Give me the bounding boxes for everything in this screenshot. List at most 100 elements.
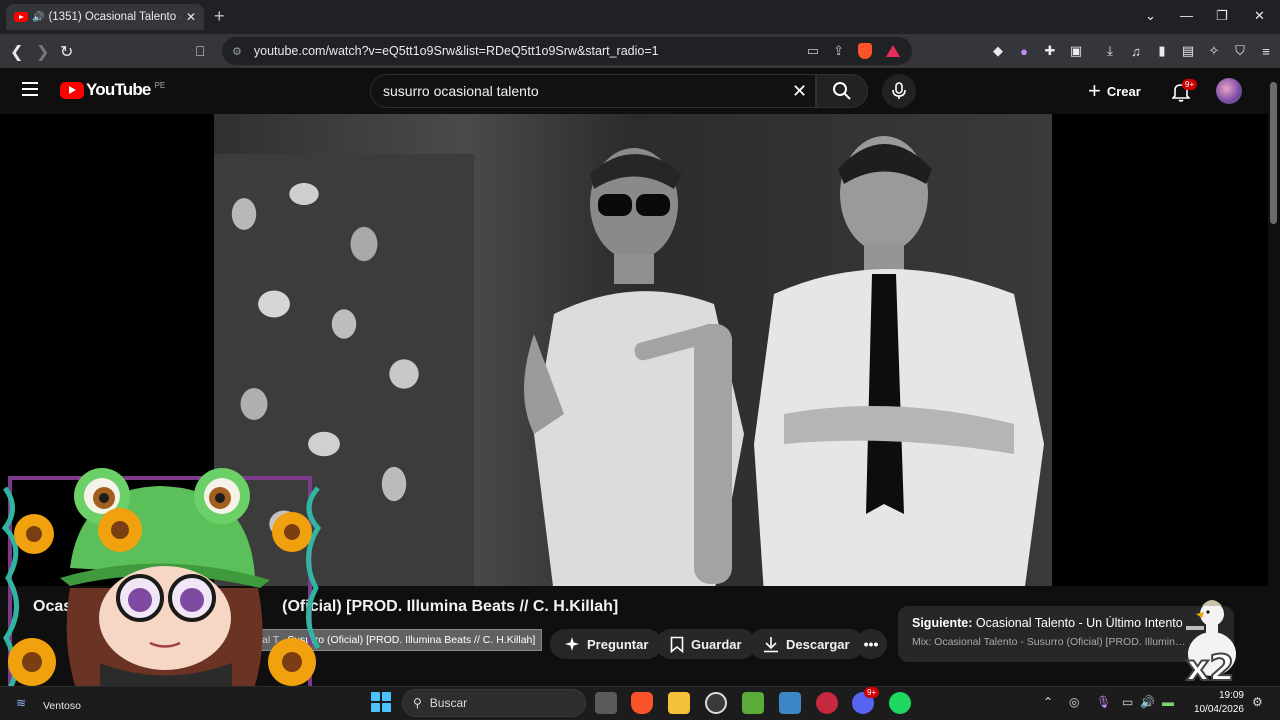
video-frame-person-right — [754, 136, 1044, 586]
youtube-header: YouTube PE ✕ + Crear 9+ — [0, 68, 1268, 114]
tray-overflow-icon[interactable]: ⌃ — [1043, 695, 1053, 709]
tab-search-chevron-icon[interactable]: ⌄ — [1145, 8, 1156, 24]
app-store-icon[interactable] — [779, 692, 801, 714]
taskbar-clock[interactable]: 19:09 10/04/2026 — [1192, 689, 1244, 717]
vpn-icon[interactable]: ⛉ — [1232, 43, 1248, 59]
forward-button[interactable]: ❯ — [36, 42, 49, 62]
leo-ai-icon[interactable]: ✧ — [1206, 43, 1222, 59]
brave-rewards-icon[interactable] — [886, 45, 900, 57]
download-arrow-icon — [764, 636, 778, 652]
tray-mic-icon[interactable]: 🎙 — [1096, 695, 1111, 709]
up-next-subtitle: Mix: Ocasional Talento - Susurro (Oficia… — [912, 636, 1188, 648]
search-icon — [833, 82, 851, 100]
up-next-video-title: Ocasional Talento - Un Último Intento — [975, 616, 1183, 630]
youtube-logo[interactable]: YouTube PE — [60, 80, 165, 100]
clock-time: 19:09 — [1218, 690, 1244, 701]
new-tab-button[interactable]: + — [214, 6, 225, 27]
cast-icon[interactable]: ▭ — [807, 43, 819, 59]
notification-center-icon[interactable]: ⚙ — [1252, 695, 1263, 709]
save-button[interactable]: Guardar — [656, 629, 756, 659]
sparkle-icon — [565, 637, 579, 651]
brave-shields-icon[interactable] — [858, 43, 872, 59]
browser-toolbar: ❮ ❯ ↻ ⎕ ⚙ youtube.com/watch?v=eQ5tt1o9Sr… — [0, 34, 1280, 68]
screenshot-icon[interactable]: ▣ — [1068, 43, 1084, 59]
country-code: PE — [154, 80, 166, 90]
create-button[interactable]: + Crear — [1088, 80, 1141, 102]
minimize-button[interactable]: — — [1180, 8, 1193, 23]
taskbar-search-icon: ⚲ — [413, 696, 422, 710]
spotify-icon[interactable] — [889, 692, 911, 714]
tab-title: (1351) Ocasional Talento - Su — [48, 11, 179, 23]
video-title-end: (Oficial) [PROD. Illumina Beats // C. H.… — [282, 598, 619, 615]
sidebar-icon[interactable]: ▮ — [1154, 43, 1170, 59]
site-settings-icon[interactable]: ⚙ — [232, 45, 242, 58]
multiplier-overlay: x2 — [1185, 647, 1235, 690]
back-button[interactable]: ❮ — [10, 42, 23, 62]
weather-icon[interactable]: ≋ — [16, 696, 26, 710]
video-player[interactable] — [214, 114, 1052, 586]
weather-text[interactable]: Ventoso — [43, 700, 81, 712]
ask-button[interactable]: Preguntar — [550, 629, 663, 659]
tab-close-icon[interactable]: ✕ — [186, 10, 196, 24]
taskbar-search-box[interactable]: ⚲ Buscar — [402, 689, 586, 717]
streamer-avatar-overlay — [1, 468, 322, 700]
video-frame-person-left — [524, 148, 744, 586]
extension-diamond-icon[interactable]: ◆ — [990, 43, 1006, 59]
bookmark-icon[interactable]: ⎕ — [196, 43, 204, 60]
taskbar-search-placeholder: Buscar — [429, 696, 468, 710]
youtube-play-icon — [60, 81, 84, 99]
file-explorer-icon[interactable] — [668, 692, 690, 714]
app-red-icon[interactable] — [816, 692, 838, 714]
audio-playing-icon[interactable]: 🔊 — [32, 12, 44, 23]
discord-badge: 9+ — [864, 687, 880, 698]
extensions-puzzle-icon[interactable]: ✚ — [1042, 43, 1058, 59]
search-input[interactable] — [383, 83, 815, 99]
search-button[interactable] — [816, 74, 868, 108]
create-label: Crear — [1106, 83, 1141, 99]
save-label: Guardar — [691, 636, 742, 652]
account-avatar[interactable] — [1216, 78, 1242, 104]
close-window-button[interactable]: ✕ — [1254, 8, 1265, 24]
download-label: Descargar — [786, 636, 850, 652]
youtube-logo-text: YouTube — [86, 80, 151, 99]
share-icon[interactable]: ⇪ — [833, 43, 844, 59]
menu-icon[interactable]: ≡ — [1258, 44, 1274, 59]
battery-icon[interactable]: ▬ — [1162, 695, 1174, 709]
ask-label: Preguntar — [587, 636, 649, 652]
youtube-favicon-icon — [14, 12, 28, 22]
minecraft-icon[interactable] — [742, 692, 764, 714]
maximize-button[interactable]: ❐ — [1216, 8, 1228, 24]
volume-icon[interactable]: 🔊 — [1140, 695, 1155, 709]
reload-button[interactable]: ↻ — [60, 42, 73, 62]
browser-tab-strip: 🔊 (1351) Ocasional Talento - Su ✕ + ⌄ — … — [0, 0, 1280, 34]
search-box[interactable] — [370, 74, 816, 108]
windows-start-icon[interactable] — [371, 692, 391, 712]
address-bar-actions: ▭ ⇪ — [807, 43, 900, 59]
guide-menu-icon[interactable] — [22, 82, 38, 96]
up-next-title: Siguiente: Ocasional Talento - Un Último… — [912, 616, 1220, 630]
up-next-label: Siguiente: — [912, 616, 973, 630]
scrollbar-thumb[interactable] — [1270, 82, 1277, 224]
media-control-icon[interactable]: ♫ — [1128, 44, 1144, 59]
download-icon[interactable]: ⤓ — [1102, 43, 1118, 59]
wallet-icon[interactable]: ▤ — [1180, 43, 1196, 59]
url-text[interactable]: youtube.com/watch?v=eQ5tt1o9Srw&list=RDe… — [254, 44, 659, 58]
voice-search-button[interactable] — [882, 74, 916, 108]
extension-purple-icon[interactable]: ● — [1016, 44, 1032, 59]
app-circle-icon[interactable] — [705, 692, 727, 714]
clock-date: 10/04/2026 — [1193, 704, 1244, 715]
brave-browser-icon[interactable] — [631, 692, 653, 714]
extensions-bar: ◆ ● ✚ ▣ ⤓ ♫ ▮ ▤ ✧ ⛉ ≡ — [990, 43, 1274, 59]
network-icon[interactable]: ▭ — [1122, 695, 1133, 709]
more-horizontal-icon: ••• — [863, 636, 879, 652]
windows-taskbar: ≋ Ventoso ⚲ Buscar 9+ ⌃ ◎ 🎙 ▭ 🔊 ▬ 19:09 … — [0, 686, 1280, 720]
browser-tab-youtube[interactable]: 🔊 (1351) Ocasional Talento - Su ✕ — [6, 4, 204, 30]
task-view-icon[interactable] — [595, 692, 617, 714]
clear-search-icon[interactable]: ✕ — [792, 82, 807, 100]
bookmark-save-icon — [670, 636, 684, 653]
tray-app-icon[interactable]: ◎ — [1069, 695, 1079, 709]
more-actions-button[interactable]: ••• — [855, 629, 887, 659]
address-bar[interactable]: ⚙ youtube.com/watch?v=eQ5tt1o9Srw&list=R… — [222, 37, 912, 65]
download-button[interactable]: Descargar — [749, 629, 864, 659]
notifications-badge: 9+ — [1182, 79, 1198, 90]
